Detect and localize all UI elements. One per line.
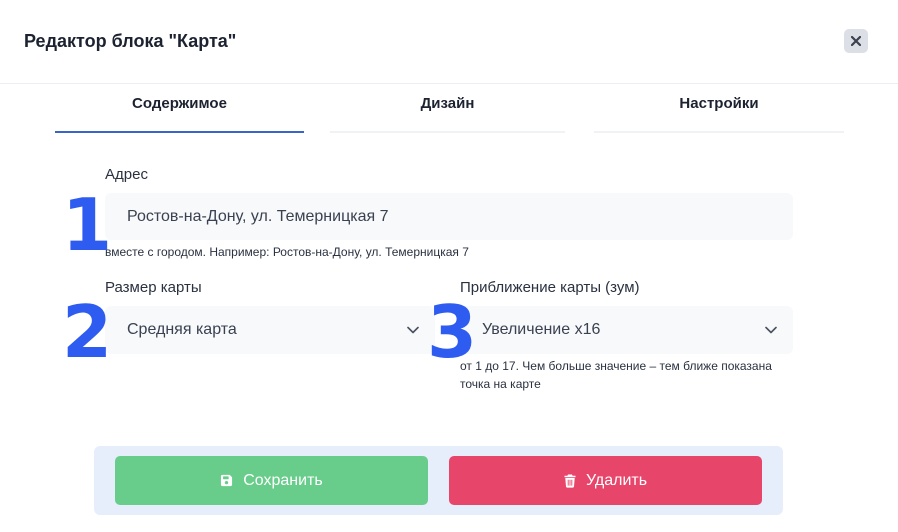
floppy-disk-icon	[221, 474, 233, 487]
tab-design[interactable]: Дизайн	[330, 84, 565, 133]
chevron-down-icon	[407, 326, 419, 334]
tab-underline	[330, 131, 565, 133]
close-button[interactable]	[844, 29, 868, 53]
close-icon	[851, 36, 861, 46]
delete-button-label: Удалить	[585, 471, 648, 489]
address-hint: вместе с городом. Например: Ростов-на-До…	[105, 245, 469, 259]
map-size-selected: Средняя карта	[127, 321, 237, 338]
trash-icon	[564, 474, 576, 488]
tab-content[interactable]: Содержимое	[55, 84, 304, 133]
zoom-selected: Увеличение x16	[482, 321, 601, 338]
save-button[interactable]: Сохранить	[115, 456, 428, 505]
annotation-number-1: 1	[62, 183, 113, 267]
zoom-select[interactable]: Увеличение x16	[460, 306, 793, 354]
modal-footer: Сохранить Удалить	[94, 446, 783, 515]
tab-underline	[55, 131, 304, 133]
tab-underline	[594, 131, 844, 133]
zoom-hint: от 1 до 17. Чем больше значение – тем бл…	[460, 359, 772, 391]
tab-content-label: Содержимое	[132, 95, 227, 112]
tab-bar: Содержимое Дизайн Настройки	[0, 84, 898, 134]
zoom-label: Приближение карты (зум)	[460, 279, 640, 296]
address-input[interactable]: Ростов-на-Дону, ул. Темерницкая 7	[105, 193, 793, 240]
address-label: Адрес	[105, 166, 148, 183]
chevron-down-icon	[765, 326, 777, 334]
save-button-label: Сохранить	[243, 471, 323, 489]
annotation-number-2: 2	[62, 290, 113, 374]
map-block-editor-modal: Редактор блока "Карта" Содержимое Дизайн…	[0, 0, 898, 532]
address-value: Ростов-на-Дону, ул. Темерницкая 7	[127, 207, 389, 225]
tab-settings[interactable]: Настройки	[594, 84, 844, 133]
delete-button[interactable]: Удалить	[449, 456, 762, 505]
modal-title: Редактор блока "Карта"	[24, 31, 237, 51]
tab-settings-label: Настройки	[679, 95, 759, 112]
tab-design-label: Дизайн	[420, 95, 475, 112]
map-size-label: Размер карты	[105, 279, 202, 296]
modal-header: Редактор блока "Карта"	[0, 0, 898, 84]
map-size-select[interactable]: Средняя карта	[105, 306, 435, 354]
annotation-number-3: 3	[427, 290, 478, 374]
